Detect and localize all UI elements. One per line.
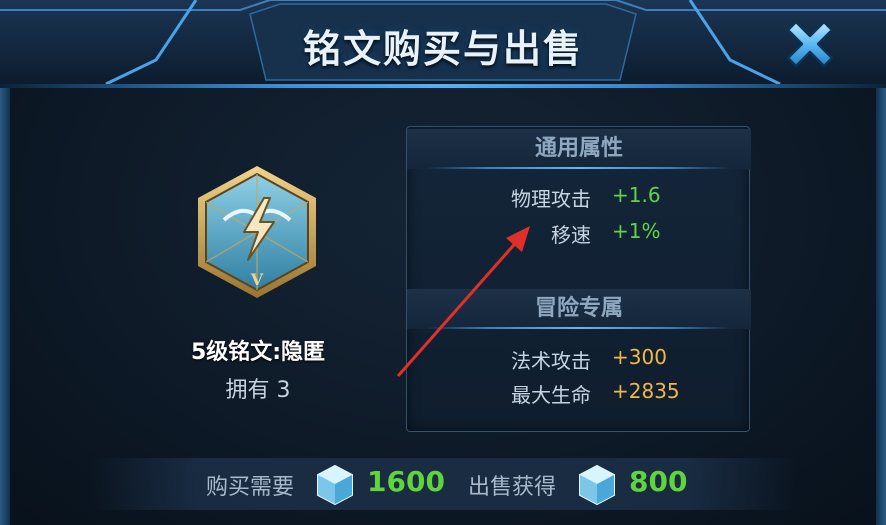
attribute-label: 移速 [551,223,591,247]
attribute-row: 最大生命 +2835 [407,379,751,411]
close-button[interactable] [778,12,842,76]
rune-hexagon-icon: V [198,166,316,298]
rune-owned-count: 拥有 3 [225,378,291,403]
diamond-gem-icon [317,464,353,506]
buy-price: 1600 [367,465,445,498]
attribute-value: +2835 [612,379,680,403]
sell-price: 800 [629,465,688,498]
attribute-value: +1% [612,219,661,243]
header-trim [0,84,886,88]
adventure-attributes-header: 冒险专属 [407,289,751,329]
attribute-value: +300 [612,345,667,369]
diamond-gem-icon [579,464,615,506]
rune-level-mark: V [250,270,264,289]
attribute-label: 法术攻击 [511,349,591,373]
attribute-row: 物理攻击 +1.6 [407,183,751,215]
close-x-icon [786,20,834,68]
attribute-value: +1.6 [612,183,661,207]
rune-trade-dialog: 铭文购买与出售 V 5级铭文:隐匿 拥有 3 通用属性 物理攻击 +1.6 移速… [0,0,886,525]
attribute-panel: 通用属性 物理攻击 +1.6 移速 +1% 冒险专属 法术攻击 +300 最大生… [406,126,751,432]
dialog-title: 铭文购买与出售 [302,27,583,71]
sell-label: 出售获得 [468,475,557,500]
general-attributes-header: 通用属性 [407,129,751,169]
attribute-row: 移速 +1% [407,219,751,251]
rune-name: 5级铭文:隐匿 [190,340,326,365]
attribute-label: 物理攻击 [511,187,591,211]
attribute-label: 最大生命 [511,383,591,407]
buy-label: 购买需要 [206,475,295,500]
attribute-row: 法术攻击 +300 [407,345,751,377]
